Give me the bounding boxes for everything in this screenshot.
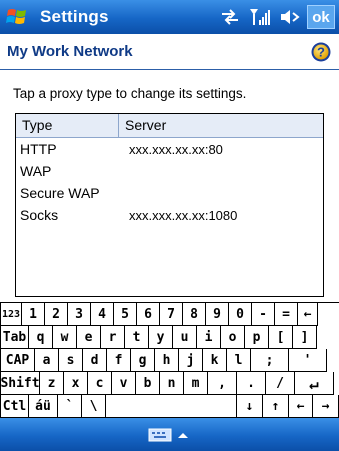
column-header-type[interactable]: Type	[16, 114, 119, 137]
column-header-server[interactable]: Server	[119, 114, 323, 137]
key-6[interactable]: 6	[137, 303, 160, 326]
key-k[interactable]: k	[203, 349, 227, 372]
list-item[interactable]: Secure WAP	[16, 182, 323, 204]
soft-keyboard: 123 1 2 3 4 5 6 7 8 9 0 - = ← Tab q w e …	[0, 302, 339, 418]
key-g[interactable]: g	[131, 349, 155, 372]
key-equals[interactable]: =	[275, 303, 298, 326]
key-o[interactable]: o	[221, 326, 245, 349]
key-tab[interactable]: Tab	[0, 326, 29, 349]
key-f[interactable]: f	[107, 349, 131, 372]
key-9[interactable]: 9	[206, 303, 229, 326]
connectivity-icon[interactable]	[215, 0, 245, 34]
key-b[interactable]: b	[136, 372, 160, 395]
key-arrow-right[interactable]: →	[313, 395, 339, 418]
key-n[interactable]: n	[160, 372, 184, 395]
list-item[interactable]: Socks xxx.xxx.xx.xx:1080	[16, 204, 323, 226]
list-item-type: Socks	[20, 207, 59, 223]
title-bar: Settings ok	[0, 0, 339, 34]
key-p[interactable]: p	[245, 326, 269, 349]
list-item[interactable]: WAP	[16, 160, 323, 182]
key-123[interactable]: 123	[0, 303, 22, 326]
list-header: Type Server	[16, 114, 323, 138]
key-8[interactable]: 8	[183, 303, 206, 326]
key-backspace[interactable]: ←	[298, 303, 318, 326]
proxy-list[interactable]: Type Server HTTP xxx.xxx.xx.xx:80 WAP Se…	[15, 113, 324, 297]
app-title: Settings	[40, 7, 109, 26]
signal-icon[interactable]	[245, 0, 275, 34]
key-arrow-down[interactable]: ↓	[237, 395, 263, 418]
key-enter[interactable]: ↵	[295, 372, 334, 395]
key-4[interactable]: 4	[91, 303, 114, 326]
key-accents[interactable]: áü	[29, 395, 58, 418]
keyboard-row-5: Ctl áü ` \ ↓ ↑ ← →	[0, 395, 339, 418]
key-a[interactable]: a	[35, 349, 59, 372]
list-item[interactable]: HTTP xxx.xxx.xx.xx:80	[16, 138, 323, 160]
list-item-type: HTTP	[20, 141, 57, 157]
key-semicolon[interactable]: ;	[251, 349, 289, 372]
key-u[interactable]: u	[173, 326, 197, 349]
key-z[interactable]: z	[40, 372, 64, 395]
key-q[interactable]: q	[29, 326, 53, 349]
menu-bar	[0, 418, 339, 451]
keyboard-row-2: Tab q w e r t y u i o p [ ]	[0, 326, 317, 349]
chevron-up-icon	[178, 433, 188, 438]
key-e[interactable]: e	[77, 326, 101, 349]
key-left-bracket[interactable]: [	[269, 326, 293, 349]
key-arrow-left[interactable]: ←	[289, 395, 313, 418]
key-i[interactable]: i	[197, 326, 221, 349]
keyboard-row-3: CAP a s d f g h j k l ; '	[0, 349, 327, 372]
help-icon[interactable]: ?	[311, 42, 331, 62]
key-space[interactable]	[106, 395, 237, 418]
key-backslash[interactable]: \	[82, 395, 106, 418]
key-3[interactable]: 3	[68, 303, 91, 326]
list-item-server: xxx.xxx.xx.xx:1080	[129, 207, 238, 223]
key-2[interactable]: 2	[45, 303, 68, 326]
list-item-server: xxx.xxx.xx.xx:80	[129, 141, 223, 157]
input-panel-button[interactable]	[148, 425, 198, 445]
key-comma[interactable]: ,	[208, 372, 237, 395]
svg-text:?: ?	[317, 45, 325, 60]
list-item-type: Secure WAP	[20, 185, 100, 201]
keyboard-row-4: Shift z x c v b n m , . / ↵	[0, 372, 334, 395]
volume-icon[interactable]	[275, 0, 305, 34]
key-m[interactable]: m	[184, 372, 208, 395]
key-period[interactable]: .	[237, 372, 266, 395]
keyboard-row-1: 123 1 2 3 4 5 6 7 8 9 0 - = ←	[0, 303, 318, 326]
start-button[interactable]	[0, 0, 36, 34]
instruction-text: Tap a proxy type to change its settings.	[13, 86, 247, 101]
system-tray: ok	[215, 0, 339, 34]
key-c[interactable]: c	[88, 372, 112, 395]
key-ctrl[interactable]: Ctl	[0, 395, 29, 418]
key-j[interactable]: j	[179, 349, 203, 372]
key-arrow-up[interactable]: ↑	[263, 395, 289, 418]
key-v[interactable]: v	[112, 372, 136, 395]
page-heading: My Work Network ?	[0, 34, 339, 70]
key-1[interactable]: 1	[22, 303, 45, 326]
keyboard-icon	[148, 428, 172, 442]
list-item-type: WAP	[20, 163, 52, 179]
key-w[interactable]: w	[53, 326, 77, 349]
key-shift[interactable]: Shift	[0, 372, 40, 395]
key-d[interactable]: d	[83, 349, 107, 372]
key-h[interactable]: h	[155, 349, 179, 372]
key-minus[interactable]: -	[252, 303, 275, 326]
key-right-bracket[interactable]: ]	[293, 326, 317, 349]
key-quote[interactable]: '	[289, 349, 327, 372]
key-caps[interactable]: CAP	[0, 349, 35, 372]
key-7[interactable]: 7	[160, 303, 183, 326]
key-l[interactable]: l	[227, 349, 251, 372]
key-slash[interactable]: /	[266, 372, 295, 395]
windows-flag-icon	[6, 9, 26, 24]
ok-button[interactable]: ok	[307, 5, 335, 29]
key-0[interactable]: 0	[229, 303, 252, 326]
key-t[interactable]: t	[125, 326, 149, 349]
page-title: My Work Network	[7, 43, 133, 60]
key-backtick[interactable]: `	[58, 395, 82, 418]
key-x[interactable]: x	[64, 372, 88, 395]
key-r[interactable]: r	[101, 326, 125, 349]
key-y[interactable]: y	[149, 326, 173, 349]
key-s[interactable]: s	[59, 349, 83, 372]
key-5[interactable]: 5	[114, 303, 137, 326]
